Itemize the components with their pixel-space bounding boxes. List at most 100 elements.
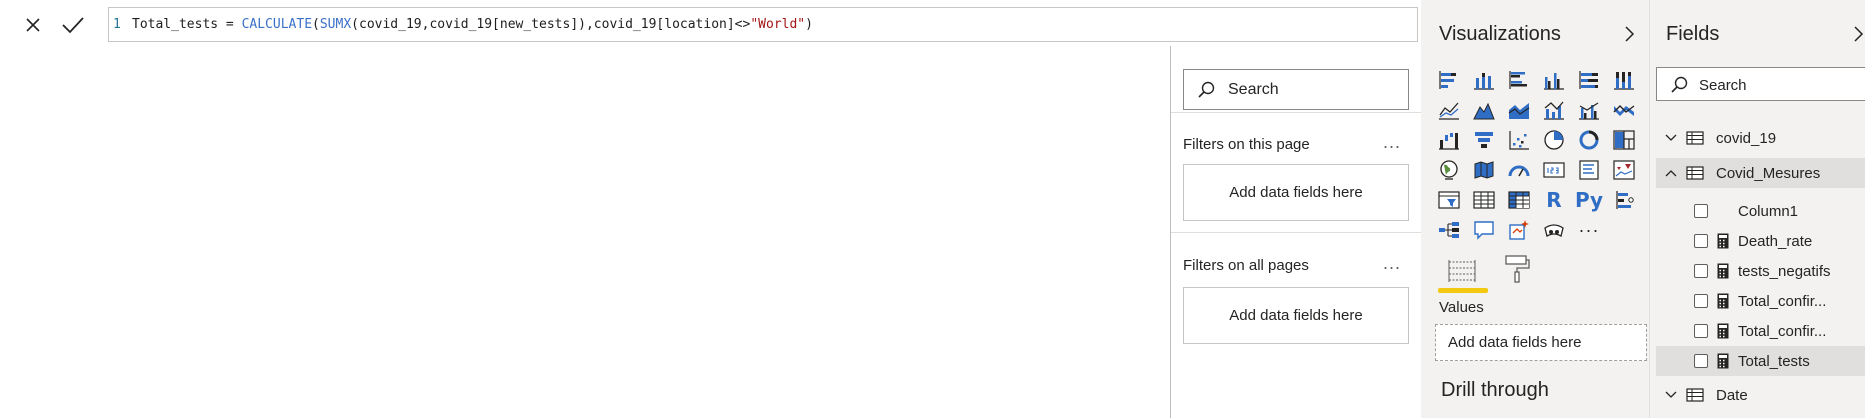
filters-on-this-page-title: Filters on this page: [1183, 136, 1310, 153]
table-covid-19[interactable]: covid_19: [1656, 123, 1865, 153]
python-visual-button[interactable]: Py: [1575, 187, 1603, 213]
collapse-visualizations-button[interactable]: [1619, 24, 1639, 44]
field-total-tests[interactable]: Total_tests: [1656, 346, 1865, 376]
field-total-confirmed-1[interactable]: Total_confir...: [1656, 286, 1865, 316]
table-covid-mesures[interactable]: Covid_Mesures: [1656, 158, 1865, 188]
scatter-chart-button[interactable]: [1505, 127, 1533, 153]
close-icon: [26, 18, 40, 32]
field-name: Total_confir...: [1738, 323, 1827, 340]
clustered-bar-chart-button[interactable]: [1505, 67, 1533, 93]
calculator-icon: [1717, 233, 1729, 249]
stacked-bar-chart-icon: [1439, 71, 1456, 89]
card-button[interactable]: [1540, 157, 1568, 183]
search-icon: [1198, 81, 1215, 98]
field-name: tests_negatifs: [1738, 263, 1831, 280]
get-more-visuals-button[interactable]: ···: [1575, 217, 1603, 243]
funnel-chart-button[interactable]: [1470, 127, 1498, 153]
field-checkbox[interactable]: [1694, 354, 1708, 368]
field-name: Total_confir...: [1738, 293, 1827, 310]
filters-search-placeholder: Search: [1228, 81, 1279, 98]
line-and-clustered-column-button[interactable]: [1575, 97, 1603, 123]
matrix-button[interactable]: [1505, 187, 1533, 213]
map-button[interactable]: [1435, 157, 1463, 183]
table-name: Covid_Mesures: [1716, 165, 1821, 182]
donut-chart-button[interactable]: [1575, 127, 1603, 153]
report-canvas[interactable]: [0, 46, 1171, 418]
filled-map-icon: [1474, 161, 1494, 179]
tab-format[interactable]: [1503, 254, 1539, 290]
percent-stacked-bar-icon: [1579, 71, 1598, 89]
filters-page-drop-well[interactable]: Add data fields here: [1183, 164, 1409, 221]
collapse-fields-button[interactable]: [1848, 24, 1865, 44]
stacked-column-chart-button[interactable]: [1470, 67, 1498, 93]
more-options-button[interactable]: ...: [1383, 132, 1401, 153]
line-chart-button[interactable]: [1435, 97, 1463, 123]
field-checkbox[interactable]: [1694, 294, 1708, 308]
pie-chart-button[interactable]: [1540, 127, 1568, 153]
tab-fields-wells[interactable]: [1435, 254, 1488, 293]
calculator-icon: [1717, 323, 1729, 339]
stacked-bar-chart-button[interactable]: [1435, 67, 1463, 93]
qna-visual-button[interactable]: [1470, 217, 1498, 243]
r-script-icon: R: [1546, 188, 1562, 212]
r-script-visual-button[interactable]: R: [1540, 187, 1568, 213]
paren-close: ): [805, 17, 813, 32]
kpi-button[interactable]: [1610, 157, 1638, 183]
field-column1[interactable]: Column1: [1656, 196, 1865, 226]
stacked-area-chart-icon: [1508, 103, 1530, 119]
table-icon: [1686, 166, 1704, 180]
dax-function-calculate: CALCULATE: [241, 17, 313, 32]
drill-through-title: Drill through: [1441, 379, 1549, 401]
treemap-button[interactable]: [1610, 127, 1638, 153]
table-date[interactable]: Date: [1656, 380, 1865, 410]
gauge-button[interactable]: [1505, 157, 1533, 183]
python-icon: Py: [1574, 188, 1604, 212]
filled-map-button[interactable]: [1470, 157, 1498, 183]
slicer-button[interactable]: [1435, 187, 1463, 213]
formula-editor[interactable]: 1 Total_tests = CALCULATE(SUMX(covid_19,…: [108, 7, 1519, 42]
more-options-button[interactable]: ...: [1383, 253, 1401, 274]
calculator-icon: [1717, 263, 1729, 279]
kpi-icon: [1613, 160, 1635, 180]
key-influencers-button[interactable]: [1610, 187, 1638, 213]
stacked-area-chart-button[interactable]: [1505, 97, 1533, 123]
field-death-rate[interactable]: Death_rate: [1656, 226, 1865, 256]
ribbon-chart-button[interactable]: [1610, 97, 1638, 123]
filters-search-input[interactable]: Search: [1183, 69, 1409, 110]
filters-all-pages-drop-well[interactable]: Add data fields here: [1183, 287, 1409, 344]
multi-row-card-button[interactable]: [1575, 157, 1603, 183]
area-chart-button[interactable]: [1470, 97, 1498, 123]
paginated-report-button[interactable]: [1540, 217, 1568, 243]
calculator-icon: [1717, 293, 1729, 309]
card-icon: [1543, 162, 1565, 178]
fields-wells-icon: [1448, 260, 1476, 282]
field-checkbox[interactable]: [1694, 324, 1708, 338]
formula-text[interactable]: Total_tests = CALCULATE(SUMX(covid_19,co…: [132, 17, 813, 32]
field-checkbox[interactable]: [1694, 234, 1708, 248]
fields-search-input[interactable]: Search: [1656, 67, 1865, 101]
table-icon: [1686, 388, 1704, 402]
line-chart-icon: [1439, 102, 1459, 120]
active-tab-indicator: [1438, 288, 1488, 293]
fields-pane: Fields Search covid_19 Covid_Mesures Col…: [1649, 0, 1865, 418]
waterfall-chart-button[interactable]: [1435, 127, 1463, 153]
decomposition-tree-button[interactable]: [1435, 217, 1463, 243]
cancel-formula-button[interactable]: [20, 12, 46, 38]
field-name: Column1: [1738, 203, 1799, 220]
pie-chart-icon: [1544, 130, 1564, 150]
100-percent-stacked-bar-button[interactable]: [1575, 67, 1603, 93]
field-tests-negatifs[interactable]: tests_negatifs: [1656, 256, 1865, 286]
commit-formula-button[interactable]: [58, 12, 88, 38]
values-drop-well[interactable]: Add data fields here: [1435, 324, 1647, 361]
clustered-column-chart-button[interactable]: [1540, 67, 1568, 93]
field-checkbox[interactable]: [1694, 204, 1708, 218]
field-checkbox[interactable]: [1694, 264, 1708, 278]
chevron-right-icon: [1625, 26, 1635, 42]
field-total-confirmed-2[interactable]: Total_confir...: [1656, 316, 1865, 346]
measure-name: Total_tests =: [132, 17, 242, 32]
smart-narrative-button[interactable]: [1505, 217, 1533, 243]
100-percent-stacked-column-button[interactable]: [1610, 67, 1638, 93]
line-and-stacked-column-button[interactable]: [1540, 97, 1568, 123]
table-button[interactable]: [1470, 187, 1498, 213]
dax-function-sumx: SUMX: [319, 17, 352, 32]
